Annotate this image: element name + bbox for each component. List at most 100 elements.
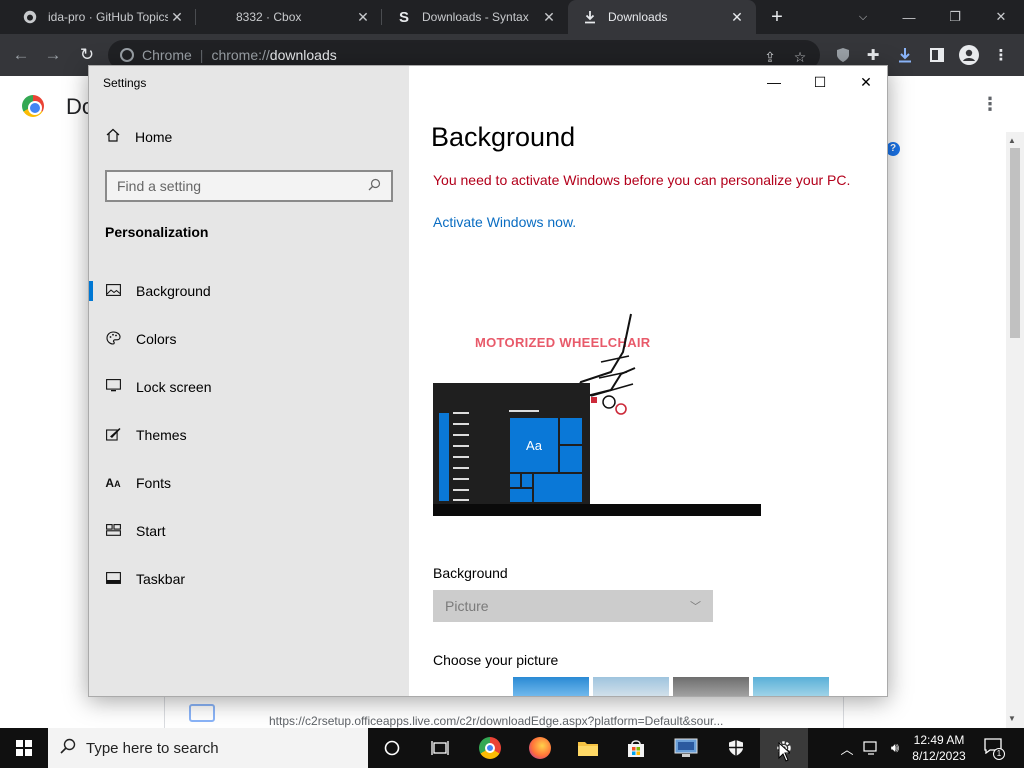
- tab-downloads-syntax[interactable]: S Downloads - Syntax ✕: [382, 0, 568, 34]
- tab-github-topics[interactable]: ida-pro · GitHub Topics ✕: [8, 0, 196, 34]
- tab-downloads[interactable]: Downloads ✕: [568, 0, 756, 34]
- tab-title: 8332 · Cbox: [236, 10, 302, 24]
- chrome-logo-icon: [22, 95, 44, 117]
- close-tab-icon[interactable]: ✕: [168, 9, 186, 26]
- background-type-dropdown[interactable]: Picture ﹀: [433, 590, 713, 622]
- chrome-taskbar-icon[interactable]: [466, 728, 514, 768]
- download-icon: [582, 9, 598, 25]
- url-scheme: chrome://: [211, 47, 270, 63]
- browser-minimize-icon[interactable]: —: [886, 0, 932, 34]
- picture-thumbnail-3[interactable]: [673, 677, 749, 696]
- scrollbar-thumb[interactable]: [1010, 148, 1020, 338]
- nav-item-taskbar[interactable]: Taskbar: [89, 559, 409, 599]
- start-preview-line: [453, 434, 469, 436]
- nav-label: Lock screen: [136, 379, 212, 395]
- downloads-toolbar-icon[interactable]: [894, 44, 916, 66]
- ublock-shield-icon[interactable]: [832, 44, 854, 66]
- nav-label: Start: [136, 523, 166, 539]
- task-view-icon[interactable]: [416, 728, 464, 768]
- tab-title: ida-pro · GitHub Topics: [48, 10, 168, 24]
- scroll-up-icon[interactable]: ▲: [1008, 136, 1016, 145]
- notification-count-badge: 1: [993, 748, 1005, 760]
- preview-tile: [559, 417, 583, 445]
- new-tab-plus-icon[interactable]: +: [766, 6, 788, 28]
- picture-thumbnail-4[interactable]: [753, 677, 829, 696]
- network-icon[interactable]: [860, 728, 882, 768]
- start-preview-line: [509, 410, 539, 412]
- taskbar-search-box[interactable]: Type here to search: [48, 728, 368, 768]
- desktop-preview: MOTORIZED WHEELCHAIR Aa: [433, 312, 761, 516]
- syntax-s-icon: S: [398, 8, 409, 26]
- lock-screen-icon: [105, 379, 121, 395]
- find-setting-input[interactable]: Find a setting: [105, 170, 393, 202]
- download-item: https://c2rsetup.officeapps.live.com/c2r…: [164, 696, 844, 730]
- activate-windows-link[interactable]: Activate Windows now.: [433, 214, 576, 230]
- chevron-down-icon: ﹀: [690, 601, 701, 613]
- page-heading: Background: [431, 122, 576, 152]
- picture-thumbnail-2[interactable]: [593, 677, 669, 696]
- profile-avatar-icon[interactable]: [958, 44, 980, 66]
- preview-tile: [533, 473, 583, 503]
- windows-taskbar: Type here to search ︿ 🔊︎ 12:49 AM 8/12/2…: [0, 728, 1024, 768]
- url-host: downloads: [269, 47, 337, 63]
- start-preview-line: [453, 467, 469, 469]
- tab-title: Downloads: [608, 10, 668, 24]
- page-scrollbar[interactable]: [1006, 132, 1024, 728]
- taskbar-clock[interactable]: 12:49 AM 8/12/2023: [908, 732, 970, 764]
- volume-icon[interactable]: 🔊︎: [884, 728, 906, 768]
- cortana-icon[interactable]: [368, 728, 416, 768]
- bookmark-star-icon[interactable]: ☆: [790, 47, 810, 67]
- firefox-taskbar-icon[interactable]: [516, 728, 564, 768]
- nav-item-background[interactable]: Background: [89, 271, 409, 311]
- preview-tile: [509, 488, 533, 503]
- side-panel-icon[interactable]: [926, 44, 948, 66]
- start-preview-line: [453, 412, 469, 414]
- browser-close-icon[interactable]: ✕: [978, 0, 1024, 34]
- nav-label: Taskbar: [136, 571, 186, 587]
- browser-restore-icon[interactable]: ❐: [932, 0, 978, 34]
- chrome-menu-icon[interactable]: ⋮: [990, 44, 1012, 66]
- tab-search-chevron-icon[interactable]: ⌵: [840, 0, 886, 34]
- close-tab-icon[interactable]: ✕: [728, 9, 746, 26]
- close-tab-icon[interactable]: ✕: [540, 9, 558, 26]
- close-tab-icon[interactable]: ✕: [354, 9, 372, 26]
- page-menu-icon[interactable]: ⋮: [980, 94, 1000, 118]
- background-settings-pane: Background You need to activate Windows …: [409, 66, 887, 696]
- start-menu-preview: Aa: [433, 383, 590, 504]
- back-arrow-icon[interactable]: ←: [8, 42, 34, 68]
- start-preview-line: [453, 423, 469, 425]
- choose-picture-label: Choose your picture: [433, 652, 559, 668]
- extensions-puzzle-icon[interactable]: ✚: [862, 44, 884, 66]
- nav-item-colors[interactable]: Colors: [89, 319, 409, 359]
- dropdown-value: Picture: [445, 598, 489, 614]
- nav-item-fonts[interactable]: AA Fonts: [89, 463, 409, 503]
- file-explorer-icon[interactable]: [564, 728, 612, 768]
- picture-thumbnail-1[interactable]: [513, 677, 589, 696]
- windows-logo-icon: [16, 740, 32, 756]
- forward-arrow-icon[interactable]: →: [40, 42, 66, 68]
- tab-cbox[interactable]: 8332 · Cbox ✕: [196, 0, 382, 34]
- scroll-down-icon[interactable]: ▼: [1008, 714, 1016, 723]
- mouse-cursor-icon: [778, 742, 790, 762]
- tile-aa: Aa: [509, 417, 559, 473]
- nav-item-lock-screen[interactable]: Lock screen: [89, 367, 409, 407]
- github-icon: [22, 9, 38, 25]
- windows-security-shield-icon[interactable]: [712, 728, 760, 768]
- start-preview-line: [453, 456, 469, 458]
- show-hidden-icons-chevron-icon[interactable]: ︿: [838, 728, 856, 768]
- start-button[interactable]: [0, 728, 48, 768]
- download-url[interactable]: https://c2rsetup.officeapps.live.com/c2r…: [269, 714, 829, 728]
- share-icon[interactable]: ⇪: [760, 47, 780, 67]
- help-question-icon[interactable]: ?: [886, 142, 900, 156]
- taskbar-icon: [105, 571, 121, 587]
- nav-item-start[interactable]: Start: [89, 511, 409, 551]
- microsoft-store-icon[interactable]: [612, 728, 660, 768]
- clock-date: 8/12/2023: [912, 749, 966, 763]
- nav-item-themes[interactable]: Themes: [89, 415, 409, 455]
- section-title: Personalization: [105, 224, 209, 240]
- settings-sidebar: Settings Home Find a setting Personaliza…: [89, 66, 409, 696]
- fonts-icon: AA: [105, 476, 121, 490]
- remote-desktop-icon[interactable]: [662, 728, 710, 768]
- picture-icon: [105, 283, 121, 299]
- home-nav-item[interactable]: Home: [105, 128, 172, 145]
